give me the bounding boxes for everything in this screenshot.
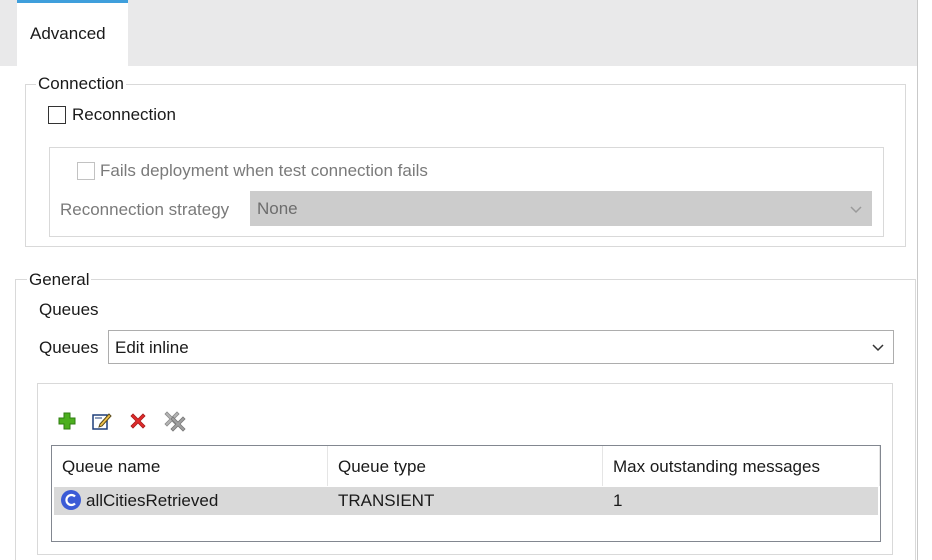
chevron-down-icon (850, 206, 862, 214)
tab-advanced-label: Advanced (30, 24, 106, 43)
queues-table[interactable]: Queue name Queue type Max outstanding me… (51, 445, 881, 542)
queue-icon (61, 490, 81, 510)
table-row[interactable]: allCitiesRetrieved TRANSIENT 1 (54, 487, 878, 515)
reconnection-strategy-label: Reconnection strategy (60, 200, 230, 219)
reconnection-strategy-value: None (257, 199, 298, 218)
reconnection-strategy-select[interactable]: None (250, 191, 872, 226)
queues-select[interactable]: Edit inline (108, 330, 894, 364)
queues-label: Queues (39, 338, 99, 357)
edit-icon[interactable] (91, 411, 113, 431)
fails-deployment-label: Fails deployment when test connection fa… (100, 161, 428, 180)
column-header-max-outstanding[interactable]: Max outstanding messages (603, 446, 880, 486)
cell-max-outstanding: 1 (613, 491, 623, 510)
general-legend: General (27, 270, 92, 290)
fails-deployment-checkbox[interactable] (77, 162, 95, 180)
connection-legend: Connection (36, 74, 127, 94)
column-header-queue-name[interactable]: Queue name (52, 446, 328, 486)
reconnection-checkbox[interactable] (48, 106, 66, 124)
delete-icon[interactable] (128, 411, 148, 431)
chevron-down-icon (872, 344, 884, 352)
cell-queue-name: allCitiesRetrieved (86, 491, 219, 510)
delete-all-icon[interactable] (162, 409, 188, 433)
cell-queue-type: TRANSIENT (338, 491, 435, 510)
queues-select-value: Edit inline (115, 338, 189, 357)
tab-bar: Advanced (0, 0, 917, 66)
panel-border (917, 0, 918, 560)
add-icon[interactable] (57, 411, 77, 431)
tab-advanced[interactable]: Advanced (17, 0, 128, 66)
queues-heading: Queues (39, 300, 99, 319)
reconnection-label[interactable]: Reconnection (72, 105, 176, 125)
column-header-queue-type[interactable]: Queue type (328, 446, 603, 486)
